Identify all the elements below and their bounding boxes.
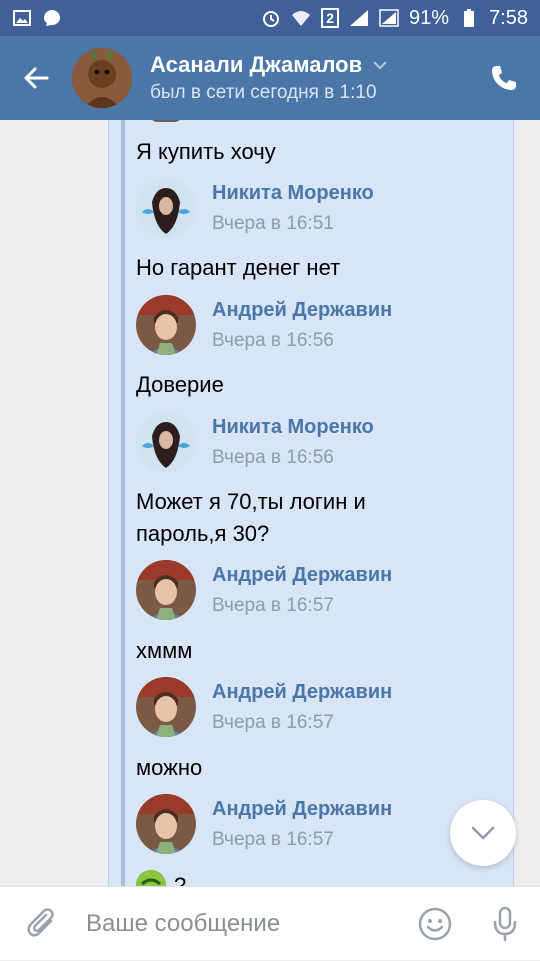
chat-avatar[interactable]	[72, 48, 132, 108]
chat-title-block[interactable]: Асанали Джамалов был в сети сегодня в 1:…	[150, 52, 468, 104]
chevron-down-icon	[373, 61, 387, 70]
message-author-row[interactable]: Никита Моренко Вчера в 16:51	[136, 178, 374, 238]
message-author-row[interactable]: Андрей Державин Вчера в 16:57	[136, 560, 392, 620]
author-name[interactable]: Андрей Державин	[212, 299, 392, 322]
message-time: Вчера в 16:51	[212, 212, 334, 234]
message-author-row[interactable]: Андрей Державин Вчера в 16:56	[136, 295, 392, 355]
author-avatar[interactable]	[136, 412, 196, 472]
message-composer	[0, 886, 540, 960]
message-time: Вчера в 16:57	[212, 828, 334, 850]
author-avatar[interactable]	[136, 560, 196, 620]
message-text: Доверие	[136, 372, 224, 397]
smiley-icon	[418, 907, 452, 940]
chevron-down-icon	[471, 826, 495, 840]
message-text: Я купить хочу	[136, 139, 276, 164]
alarm-icon	[261, 8, 281, 28]
author-avatar[interactable]	[136, 178, 196, 238]
signal-icon	[349, 8, 369, 28]
author-avatar[interactable]	[136, 794, 196, 854]
phone-icon	[492, 66, 516, 90]
status-bar: 2 91% 7:58	[0, 0, 540, 36]
sim-badge: 2	[321, 8, 340, 28]
forward-quote-bar	[121, 120, 125, 886]
chat-header: Асанали Джамалов был в сети сегодня в 1:…	[0, 36, 540, 120]
author-name[interactable]: Никита Моренко	[212, 182, 374, 205]
author-name[interactable]: Никита Моренко	[212, 416, 374, 439]
chat-title: Асанали Джамалов	[150, 52, 363, 77]
author-avatar[interactable]	[136, 677, 196, 737]
voice-message-button[interactable]	[470, 887, 540, 961]
message-time: Вчера в 16:57	[212, 594, 334, 616]
microphone-icon	[493, 906, 517, 941]
wifi-icon	[291, 8, 311, 28]
emoji-button[interactable]	[400, 887, 470, 961]
message-author-row[interactable]: Андрей Державин Вчера в 16:57	[136, 794, 392, 854]
message-text: можно	[136, 755, 203, 780]
back-button[interactable]	[0, 36, 72, 120]
message-text: хммм	[136, 638, 193, 663]
author-avatar[interactable]	[136, 295, 196, 355]
vk-notification-icon	[42, 8, 62, 28]
gallery-notification-icon	[12, 8, 32, 28]
battery-icon	[459, 8, 479, 28]
author-name[interactable]: Андрей Державин	[212, 681, 392, 704]
author-name[interactable]: Андрей Державин	[212, 798, 392, 821]
message-text: Может я 70,ты логин и пароль,я 30?	[136, 489, 366, 546]
message-time: Вчера в 16:56	[212, 329, 334, 351]
message-author-row[interactable]: Никита Моренко Вчера в 16:56	[136, 412, 374, 472]
message-time: Вчера в 16:57	[212, 711, 334, 733]
scroll-down-button[interactable]	[450, 800, 516, 866]
battery-level: 91%	[409, 6, 450, 29]
message-input[interactable]	[84, 908, 400, 939]
signal-2-icon	[379, 8, 399, 28]
author-name[interactable]: Андрей Державин	[212, 564, 392, 587]
clock: 7:58	[489, 6, 528, 29]
message-text: ?	[174, 873, 187, 886]
message-text: Но гарант денег нет	[136, 255, 341, 280]
attach-button[interactable]	[0, 887, 84, 961]
message-list[interactable]: Я купить хочу Никита Моренко Вчера в 16:…	[0, 120, 540, 886]
message-time: Вчера в 16:56	[212, 446, 334, 468]
call-button[interactable]	[468, 36, 540, 120]
chat-last-seen: был в сети сегодня в 1:10	[150, 82, 377, 103]
message-author-row[interactable]: Андрей Державин Вчера в 16:57	[136, 677, 392, 737]
paperclip-icon	[27, 907, 54, 936]
arrow-left-icon	[24, 67, 49, 89]
